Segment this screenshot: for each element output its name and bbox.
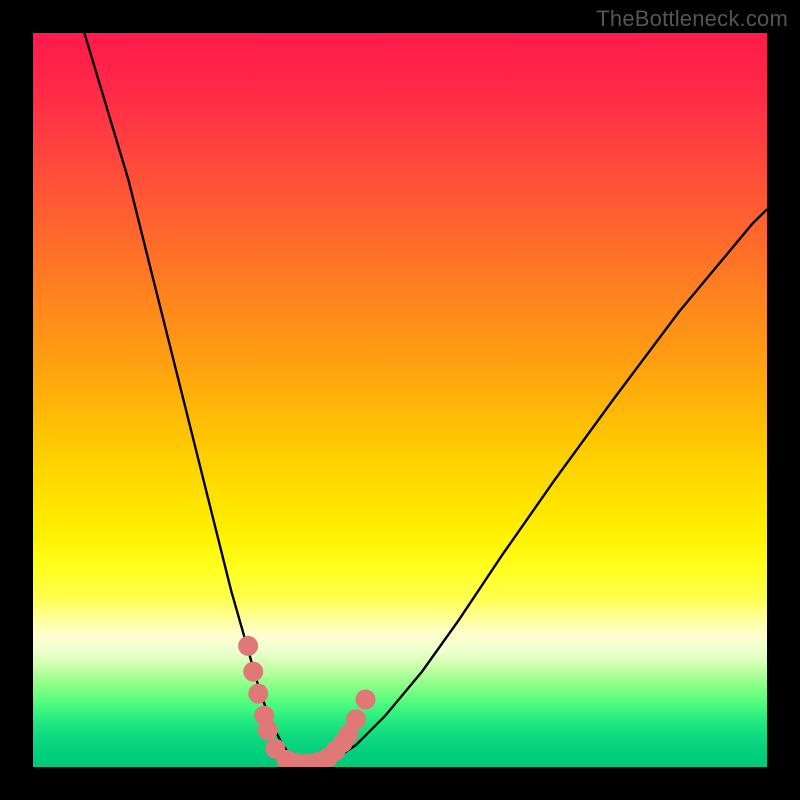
highlight-markers — [238, 636, 375, 767]
watermark-text: TheBottleneck.com — [596, 6, 788, 32]
chart-frame: TheBottleneck.com — [0, 0, 800, 800]
marker-dot — [243, 662, 263, 682]
plot-area — [33, 33, 767, 767]
marker-dot — [356, 690, 376, 710]
chart-svg — [33, 33, 767, 767]
marker-dot — [258, 720, 278, 740]
bottleneck-curve-line — [84, 33, 767, 763]
marker-dot — [238, 636, 258, 656]
marker-dot — [248, 684, 268, 704]
marker-dot — [346, 709, 366, 729]
